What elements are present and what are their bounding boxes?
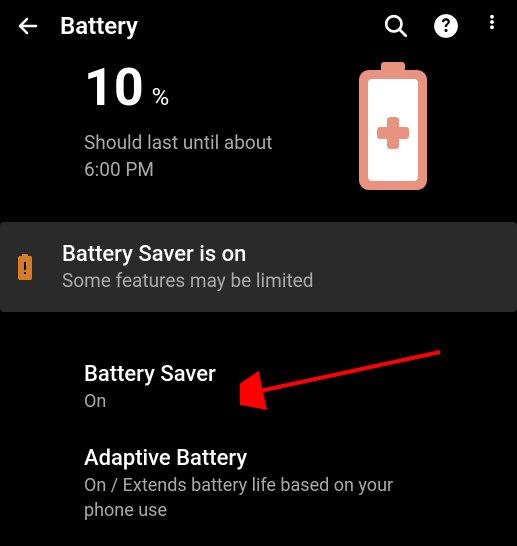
battery-estimate-line2: 6:00 PM [84, 157, 353, 184]
setting-battery-saver-status: On [84, 389, 433, 414]
saver-notice-title: Battery Saver is on [62, 242, 501, 267]
back-icon[interactable] [16, 14, 40, 38]
setting-adaptive-battery[interactable]: Adaptive Battery On / Extends battery li… [0, 430, 517, 539]
more-icon[interactable] [483, 13, 501, 39]
battery-percent-value: 10 [84, 62, 144, 114]
search-icon[interactable] [383, 13, 409, 39]
setting-adaptive-battery-status: On / Extends battery life based on your … [84, 473, 433, 523]
battery-summary: 10 % Should last until about 6:00 PM [0, 52, 517, 222]
header-actions [383, 13, 501, 39]
battery-percent-symbol: % [152, 83, 170, 111]
battery-estimate-line1: Should last until about [84, 130, 353, 157]
battery-text-block: 10 % Should last until about 6:00 PM [84, 62, 353, 183]
battery-icon [353, 62, 433, 192]
battery-estimate: Should last until about 6:00 PM [84, 130, 353, 183]
battery-saver-notice[interactable]: Battery Saver is on Some features may be… [0, 222, 517, 312]
setting-battery-saver-title: Battery Saver [84, 362, 433, 387]
setting-adaptive-battery-title: Adaptive Battery [84, 446, 433, 471]
page-title: Battery [60, 12, 363, 40]
saver-notice-text: Battery Saver is on Some features may be… [62, 242, 501, 292]
setting-battery-saver[interactable]: Battery Saver On [0, 346, 517, 430]
help-icon[interactable] [433, 13, 459, 39]
saver-notice-subtitle: Some features may be limited [62, 269, 501, 292]
app-header: Battery [0, 0, 517, 52]
battery-percentage: 10 % [84, 62, 353, 114]
battery-saver-small-icon [18, 254, 32, 280]
